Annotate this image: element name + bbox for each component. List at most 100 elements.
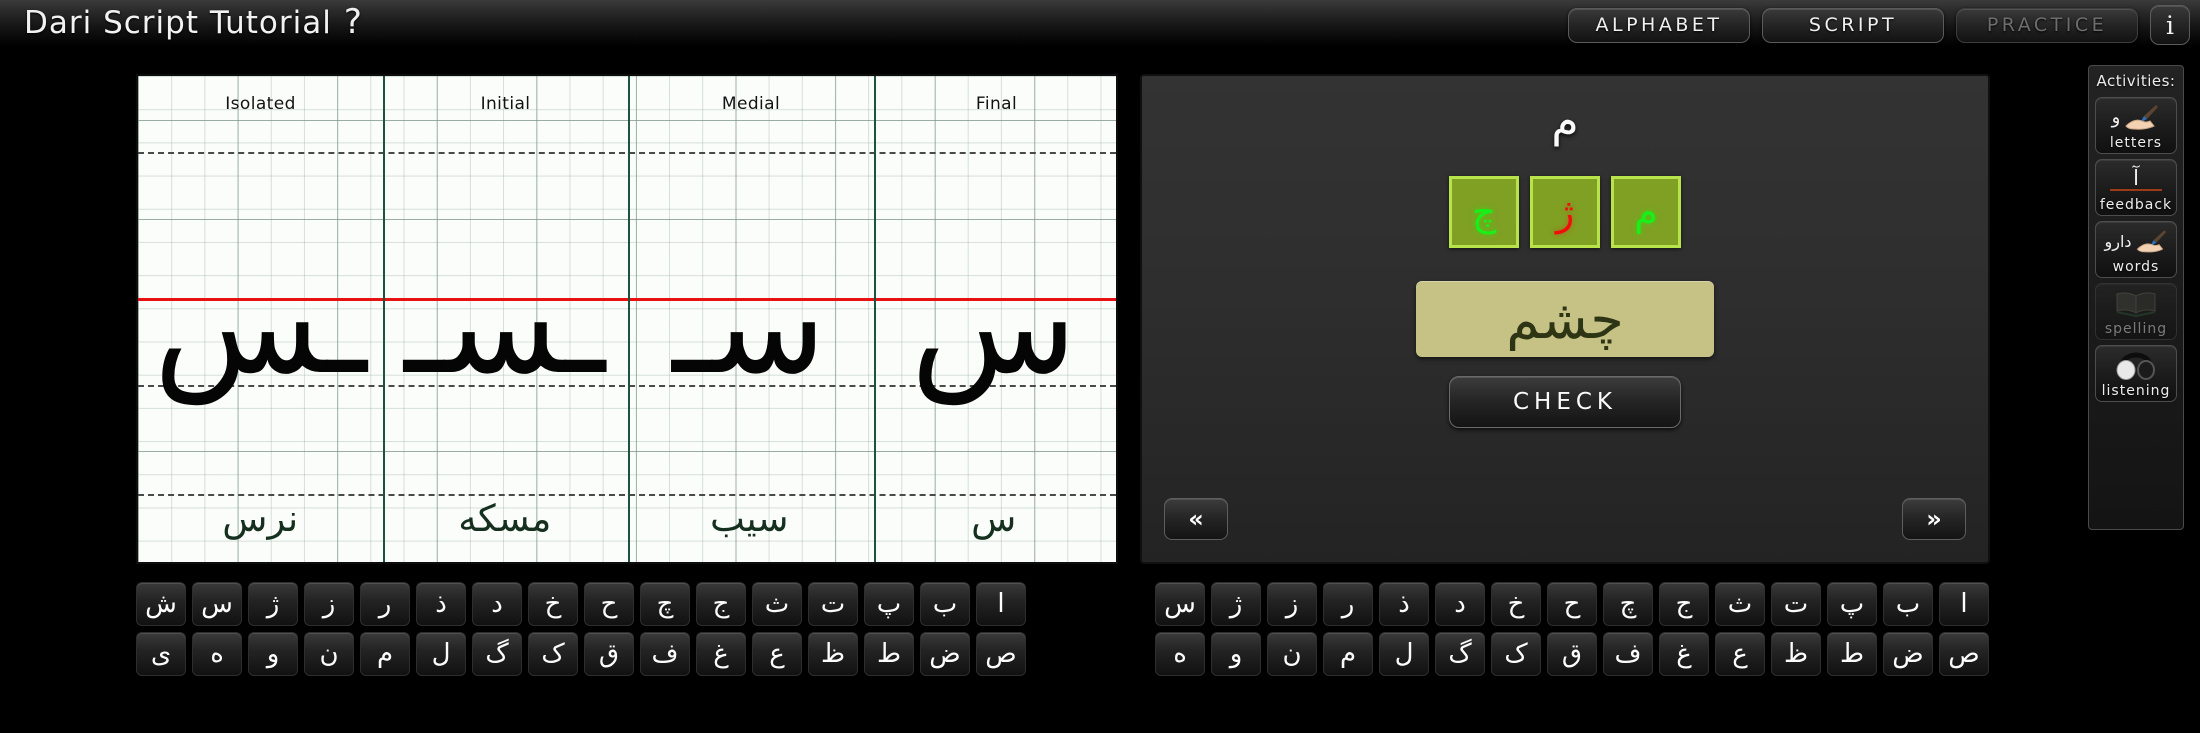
nav-script-button[interactable]: SCRIPT [1762, 7, 1944, 43]
keyboard-left-row-1: ا ب پ ت ث ج چ ح خ د ذ ر ز ژ س ش [136, 582, 1026, 626]
activities-header: Activities: [2096, 72, 2176, 90]
key[interactable]: د [472, 582, 522, 626]
script-word-row: س سیب مسکه نرس [138, 488, 1116, 548]
key[interactable]: ن [304, 632, 354, 676]
key[interactable]: س [192, 582, 242, 626]
key[interactable]: ن [1267, 632, 1317, 676]
activity-feedback-glyph: آ [2133, 165, 2139, 190]
key[interactable]: ح [584, 582, 634, 626]
key[interactable]: ع [1715, 632, 1765, 676]
key[interactable]: ژ [1211, 582, 1261, 626]
key[interactable]: ذ [1379, 582, 1429, 626]
key[interactable]: ق [1547, 632, 1597, 676]
key[interactable]: ب [920, 582, 970, 626]
key[interactable]: ز [304, 582, 354, 626]
key[interactable]: ح [1547, 582, 1597, 626]
key[interactable]: م [360, 632, 410, 676]
key[interactable]: و [1211, 632, 1261, 676]
key[interactable]: و [248, 632, 298, 676]
activity-words-label: words [2112, 259, 2160, 275]
key[interactable]: غ [696, 632, 746, 676]
keyboard-right-row-2: ص ض ط ظ ع غ ف ق ک گ ل م ن و ه [1155, 632, 1989, 676]
key[interactable]: ر [1323, 582, 1373, 626]
key[interactable]: ی [136, 632, 186, 676]
title-script-glyph: ؟ [343, 2, 362, 42]
grid-guide-line [138, 219, 1116, 220]
key[interactable]: ک [528, 632, 578, 676]
underlined-alef-icon: آ [2096, 162, 2176, 196]
key[interactable]: ل [1379, 632, 1429, 676]
key[interactable]: ظ [1771, 632, 1821, 676]
key[interactable]: ل [416, 632, 466, 676]
activity-feedback[interactable]: آ feedback [2095, 159, 2177, 216]
key[interactable]: ض [1883, 632, 1933, 676]
check-button[interactable]: CHECK [1449, 376, 1681, 428]
activity-listening[interactable]: listening [2095, 345, 2177, 402]
key[interactable]: ق [584, 632, 634, 676]
key[interactable]: ص [976, 632, 1026, 676]
key[interactable]: ع [752, 632, 802, 676]
key[interactable]: چ [640, 582, 690, 626]
key[interactable]: گ [472, 632, 522, 676]
key[interactable]: ج [1659, 582, 1709, 626]
key[interactable]: ط [864, 632, 914, 676]
key[interactable]: ث [752, 582, 802, 626]
activity-spelling-label: spelling [2104, 321, 2168, 337]
brush-writing-letter-icon: و [2096, 100, 2176, 134]
brush-icon [2125, 105, 2159, 130]
key[interactable]: پ [864, 582, 914, 626]
key[interactable]: ژ [248, 582, 298, 626]
script-word-medial: مسکه [458, 496, 552, 540]
key[interactable]: ه [192, 632, 242, 676]
key[interactable]: خ [528, 582, 578, 626]
key[interactable]: د [1435, 582, 1485, 626]
key[interactable]: پ [1827, 582, 1877, 626]
grid-guide-dashed-top [138, 152, 1116, 154]
key[interactable]: ظ [808, 632, 858, 676]
key[interactable]: ا [1939, 582, 1989, 626]
practice-panel: م م ژ چ چشم CHECK « » [1140, 74, 1990, 564]
key[interactable]: ش [136, 582, 186, 626]
key[interactable]: ه [1155, 632, 1205, 676]
info-icon[interactable]: i [2150, 5, 2190, 45]
key[interactable]: ک [1491, 632, 1541, 676]
key[interactable]: ت [1771, 582, 1821, 626]
key[interactable]: م [1323, 632, 1373, 676]
key[interactable]: ج [696, 582, 746, 626]
key[interactable]: ض [920, 632, 970, 676]
key[interactable]: غ [1659, 632, 1709, 676]
activity-words[interactable]: دارو words [2095, 221, 2177, 278]
key[interactable]: گ [1435, 632, 1485, 676]
grid-col-header-final: Final [975, 94, 1018, 114]
key[interactable]: ص [1939, 632, 1989, 676]
nav-alphabet-button[interactable]: ALPHABET [1568, 7, 1750, 43]
key[interactable]: س [1155, 582, 1205, 626]
nav-practice-button[interactable]: PRACTICE [1956, 7, 2138, 43]
previous-button[interactable]: « [1164, 498, 1228, 540]
answer-tile-1[interactable]: م [1611, 176, 1681, 248]
activity-spelling[interactable]: spelling [2095, 283, 2177, 340]
key[interactable]: خ [1491, 582, 1541, 626]
key[interactable]: ف [1603, 632, 1653, 676]
next-button[interactable]: » [1902, 498, 1966, 540]
key[interactable]: ز [1267, 582, 1317, 626]
key[interactable]: چ [1603, 582, 1653, 626]
keyboard-right: ا ب پ ت ث ج چ ح خ د ذ ر ز ژ س ص ض ط ظ ع … [1155, 582, 1989, 676]
key[interactable]: ر [360, 582, 410, 626]
key[interactable]: ط [1827, 632, 1877, 676]
activity-letters[interactable]: و letters [2095, 97, 2177, 154]
answer-tile-2[interactable]: ژ [1530, 176, 1600, 248]
activity-feedback-label: feedback [2099, 197, 2173, 213]
key[interactable]: ف [640, 632, 690, 676]
key[interactable]: ب [1883, 582, 1933, 626]
key[interactable]: ذ [416, 582, 466, 626]
headphones-icon [2096, 348, 2176, 382]
grid-baseline [138, 298, 1116, 301]
activity-words-glyph: دارو [2104, 231, 2132, 251]
key[interactable]: ث [1715, 582, 1765, 626]
grid-col-header-isolated: Isolated [225, 94, 296, 114]
script-word-isolated: س [971, 496, 1017, 540]
answer-tile-3[interactable]: چ [1449, 176, 1519, 248]
key[interactable]: ت [808, 582, 858, 626]
key[interactable]: ا [976, 582, 1026, 626]
